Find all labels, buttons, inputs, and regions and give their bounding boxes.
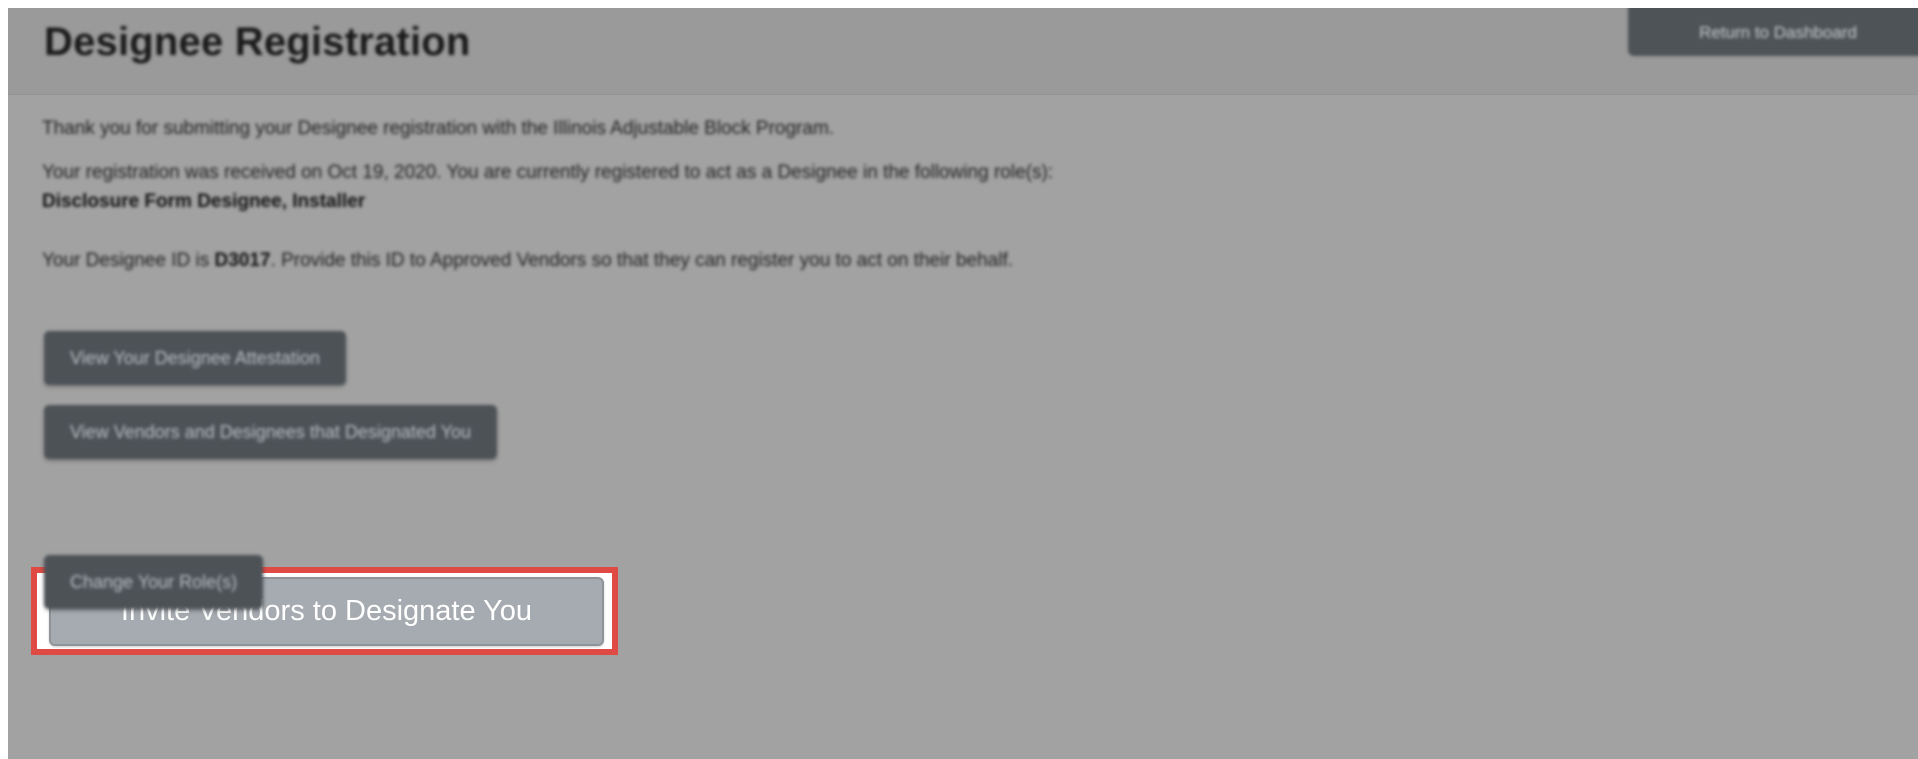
roles-text: Disclosure Form Designee, Installer — [42, 191, 365, 213]
registration-received-text: Your registration was received on Oct 19… — [42, 162, 1054, 183]
view-vendors-button[interactable]: View Vendors and Designees that Designat… — [44, 405, 497, 459]
designee-id-prefix: Your Designee ID is — [42, 250, 215, 271]
designee-id-value: D3017 — [214, 250, 271, 271]
screenshot-frame: Designee Registration Return to Dashboar… — [0, 0, 1918, 759]
change-roles-button[interactable]: Change Your Role(s) — [44, 555, 264, 609]
page-title: Designee Registration — [44, 20, 471, 64]
thank-you-text: Thank you for submitting your Designee r… — [42, 118, 835, 139]
view-attestation-button[interactable]: View Your Designee Attestation — [44, 331, 346, 385]
page-header: Designee Registration Return to Dashboar… — [8, 8, 1918, 95]
designee-id-suffix: . Provide this ID to Approved Vendors so… — [270, 250, 1013, 271]
roles-value: Disclosure Form Designee, Installer — [42, 191, 366, 212]
dimmed-page: Designee Registration Return to Dashboar… — [8, 8, 1918, 759]
designee-id-text: Your Designee ID is D3017. Provide this … — [42, 250, 1013, 272]
return-to-dashboard-button[interactable]: Return to Dashboard — [1628, 8, 1918, 56]
